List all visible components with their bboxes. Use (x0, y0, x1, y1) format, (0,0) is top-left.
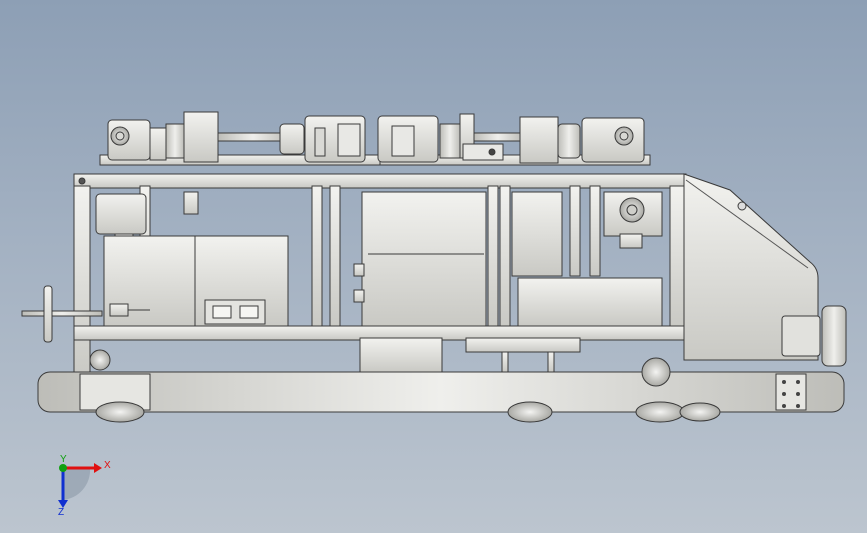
machine-assembly (21, 111, 847, 423)
top-rail-right (377, 113, 651, 166)
y-axis-label: Y (60, 454, 67, 465)
x-axis-label: X (104, 460, 111, 471)
drive-gear (603, 191, 663, 249)
z-axis-label: Z (58, 507, 64, 518)
y-axis-icon (59, 464, 67, 472)
axis-triad: X Y Z (58, 454, 111, 518)
triad-shadow (62, 468, 91, 500)
x-arrow-icon (94, 463, 102, 473)
top-rail-left (99, 111, 386, 166)
cad-viewport[interactable]: X Y Z (0, 0, 867, 533)
